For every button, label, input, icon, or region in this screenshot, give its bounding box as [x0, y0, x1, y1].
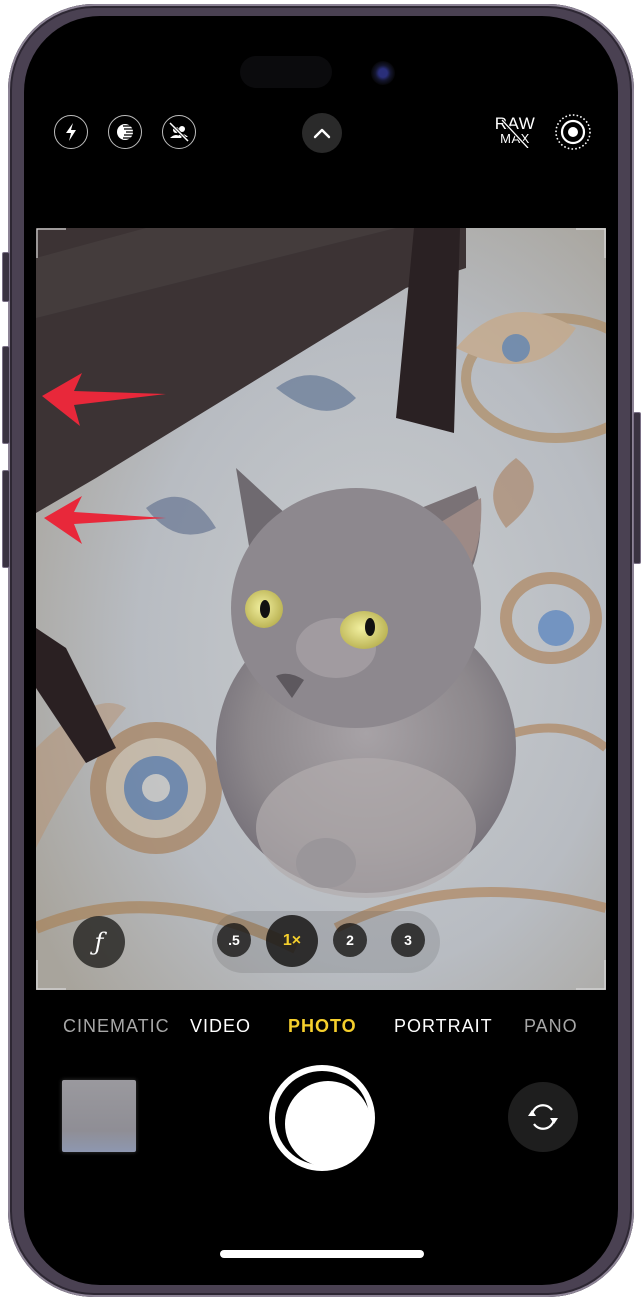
dynamic-island — [240, 56, 332, 88]
zoom-label: 3 — [404, 932, 412, 948]
front-camera-icon — [371, 61, 395, 85]
night-mode-icon — [117, 124, 134, 140]
live-photo-icon[interactable] — [554, 113, 592, 151]
aperture-label: ƒ — [94, 928, 104, 956]
cat-eye-right — [340, 611, 388, 649]
shutter-core — [285, 1081, 371, 1167]
chevron-up-icon — [313, 128, 331, 139]
action-button[interactable] — [2, 252, 10, 302]
flash-icon — [66, 123, 76, 141]
mode-photo[interactable]: PHOTO — [288, 1016, 357, 1037]
zoom-label: .5 — [228, 932, 240, 948]
zoom-2x-button[interactable]: 2 — [333, 923, 367, 957]
zoom-3x-button[interactable]: 3 — [391, 923, 425, 957]
raw-max-toggle[interactable]: RAW MAX — [492, 115, 538, 148]
zoom-0.5x-button[interactable]: .5 — [217, 923, 251, 957]
shutter-ring — [275, 1071, 371, 1167]
live-portrait-button[interactable] — [162, 115, 196, 149]
mode-selector: CINEMATIC VIDEO PHOTO PORTRAIT PANO — [0, 1016, 642, 1040]
mode-cinematic[interactable]: CINEMATIC — [63, 1016, 170, 1037]
mode-portrait[interactable]: PORTRAIT — [394, 1016, 493, 1037]
power-button[interactable] — [633, 412, 641, 564]
flash-button[interactable] — [54, 115, 88, 149]
last-photo-thumbnail[interactable] — [62, 1080, 136, 1152]
camera-viewfinder[interactable] — [36, 228, 606, 990]
home-indicator[interactable] — [220, 1250, 424, 1258]
viewfinder-scene — [36, 228, 606, 990]
shutter-button[interactable] — [269, 1065, 375, 1171]
zoom-1x-button[interactable]: 1× — [266, 915, 318, 967]
raw-off-slash-icon — [500, 118, 530, 148]
volume-down-button[interactable] — [2, 470, 10, 568]
zoom-label: 1× — [282, 932, 302, 949]
mode-video[interactable]: VIDEO — [190, 1016, 251, 1037]
night-mode-button[interactable] — [108, 115, 142, 149]
volume-up-button[interactable] — [2, 346, 10, 444]
aperture-depth-button[interactable]: ƒ — [73, 916, 125, 968]
cat — [216, 468, 516, 898]
live-portrait-off-icon — [168, 121, 190, 143]
mode-pano[interactable]: PANO — [524, 1016, 578, 1037]
camera-flip-icon — [528, 1104, 558, 1130]
zoom-label: 2 — [346, 932, 354, 948]
flip-camera-button[interactable] — [508, 1082, 578, 1152]
expand-controls-button[interactable] — [302, 113, 342, 153]
